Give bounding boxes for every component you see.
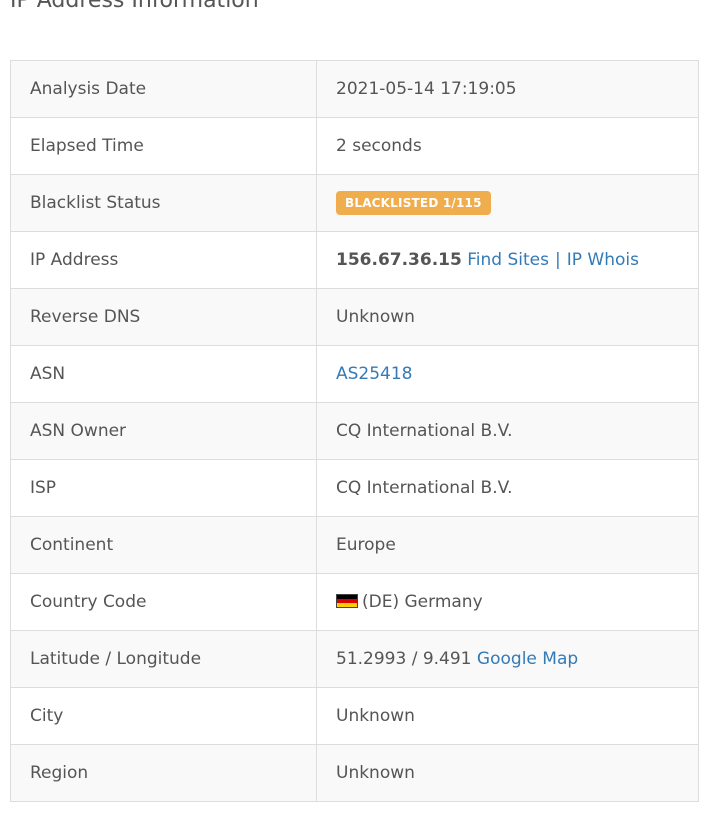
value-blacklist-status: BLACKLISTED 1/115 [316, 174, 699, 232]
value-isp: CQ International B.V. [316, 459, 699, 517]
asn-link[interactable]: AS25418 [336, 364, 413, 384]
value-lat-long: 51.2993 / 9.491 Google Map [316, 630, 699, 688]
row-city: City Unknown [10, 687, 699, 745]
row-region: Region Unknown [10, 744, 699, 802]
blacklist-status-badge: BLACKLISTED 1/115 [336, 191, 491, 215]
page-title: IP Address Information [10, 0, 259, 13]
value-asn: AS25418 [316, 345, 699, 403]
ip-whois-link[interactable]: IP Whois [567, 250, 639, 270]
label-asn-owner: ASN Owner [10, 402, 317, 460]
value-region: Unknown [316, 744, 699, 802]
value-asn-owner: CQ International B.V. [316, 402, 699, 460]
row-asn: ASN AS25418 [10, 345, 699, 403]
value-city: Unknown [316, 687, 699, 745]
row-continent: Continent Europe [10, 516, 699, 574]
label-asn: ASN [10, 345, 317, 403]
row-elapsed-time: Elapsed Time 2 seconds [10, 117, 699, 175]
label-ip-address: IP Address [10, 231, 317, 289]
row-reverse-dns: Reverse DNS Unknown [10, 288, 699, 346]
row-lat-long: Latitude / Longitude 51.2993 / 9.491 Goo… [10, 630, 699, 688]
value-country-code: (DE) Germany [316, 573, 699, 631]
label-country-code: Country Code [10, 573, 317, 631]
label-blacklist-status: Blacklist Status [10, 174, 317, 232]
value-continent: Europe [316, 516, 699, 574]
label-reverse-dns: Reverse DNS [10, 288, 317, 346]
label-continent: Continent [10, 516, 317, 574]
value-reverse-dns: Unknown [316, 288, 699, 346]
find-sites-link[interactable]: Find Sites [467, 250, 549, 270]
link-separator: | [554, 250, 561, 270]
value-ip-address: 156.67.36.15 Find Sites | IP Whois [316, 231, 699, 289]
row-ip-address: IP Address 156.67.36.15 Find Sites | IP Wh… [10, 231, 699, 289]
row-asn-owner: ASN Owner CQ International B.V. [10, 402, 699, 460]
value-elapsed-time: 2 seconds [316, 117, 699, 175]
google-map-link[interactable]: Google Map [477, 649, 578, 669]
ip-info-table: Analysis Date 2021-05-14 17:19:05 Elapse… [10, 60, 699, 802]
row-isp: ISP CQ International B.V. [10, 459, 699, 517]
row-country-code: Country Code (DE) Germany [10, 573, 699, 631]
label-city: City [10, 687, 317, 745]
label-lat-long: Latitude / Longitude [10, 630, 317, 688]
label-elapsed-time: Elapsed Time [10, 117, 317, 175]
label-analysis-date: Analysis Date [10, 60, 317, 118]
de-flag-icon [336, 594, 358, 608]
row-blacklist-status: Blacklist Status BLACKLISTED 1/115 [10, 174, 699, 232]
ip-address-value: 156.67.36.15 [336, 250, 462, 270]
country-code-text: (DE) Germany [362, 592, 483, 612]
label-isp: ISP [10, 459, 317, 517]
value-analysis-date: 2021-05-14 17:19:05 [316, 60, 699, 118]
row-analysis-date: Analysis Date 2021-05-14 17:19:05 [10, 60, 699, 118]
label-region: Region [10, 744, 317, 802]
lat-long-text: 51.2993 / 9.491 [336, 649, 472, 669]
